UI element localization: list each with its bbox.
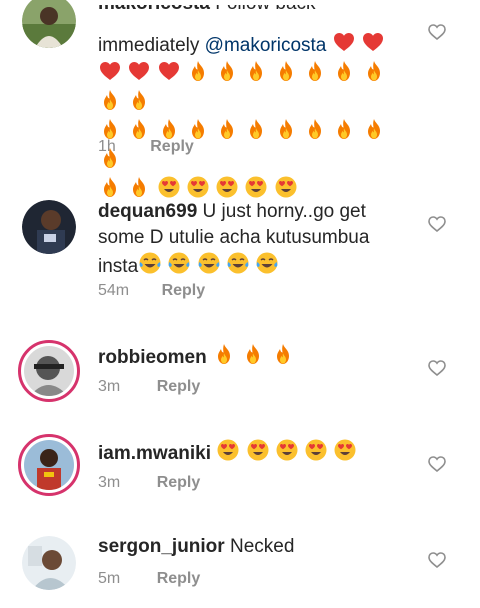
tears-of-joy-emoji-icon — [227, 252, 249, 274]
comment-meta: 3m Reply — [98, 474, 200, 492]
comment-timestamp: 3m — [98, 474, 121, 491]
fire-emoji-icon — [250, 119, 263, 139]
avatar-photo — [24, 440, 74, 490]
reply-button[interactable]: Reply — [150, 138, 194, 156]
comment-text: robbieomen — [98, 342, 410, 371]
heart-eyes-emoji-icon — [187, 176, 209, 198]
heart-eyes-emoji-icon — [276, 439, 298, 461]
fire-emoji-icon — [104, 177, 116, 197]
fire-emoji-icon — [279, 119, 292, 139]
comment-username[interactable]: iam.mwaniki — [98, 443, 211, 464]
fire-emoji-icon — [250, 61, 263, 81]
emoji-group — [216, 439, 357, 464]
like-heart-icon[interactable] — [428, 456, 446, 472]
fire-emoji-icon — [133, 90, 146, 110]
fire-emoji-icon — [308, 61, 321, 81]
comment-username[interactable]: robbieomen — [98, 347, 207, 368]
comment-text-part: insta — [98, 256, 139, 277]
heart-eyes-emoji-icon — [247, 439, 269, 461]
like-heart-icon[interactable] — [428, 552, 446, 568]
tears-of-joy-emoji-icon — [256, 252, 278, 274]
avatar-photo — [22, 0, 76, 48]
comment-username[interactable]: makoricosta — [98, 5, 210, 14]
tears-of-joy-emoji-icon — [139, 252, 161, 274]
comment-meta: 54m Reply — [98, 282, 205, 300]
red-heart-emoji-icon — [100, 62, 120, 80]
heart-eyes-emoji-icon — [158, 176, 180, 198]
comment-username[interactable]: sergon_junior — [98, 536, 225, 557]
fire-emoji-icon — [279, 61, 292, 81]
reply-button[interactable]: Reply — [157, 474, 201, 492]
emoji-group — [138, 252, 279, 277]
reply-button[interactable]: Reply — [162, 282, 206, 300]
comment-text-part: Necked — [229, 536, 295, 557]
tears-of-joy-emoji-icon — [168, 252, 190, 274]
avatar[interactable] — [22, 536, 76, 590]
comment-text: iam.mwaniki — [98, 438, 410, 467]
heart-eyes-emoji-icon — [217, 439, 239, 461]
like-heart-icon[interactable] — [428, 24, 446, 40]
fire-emoji-icon — [308, 119, 321, 139]
reply-button[interactable]: Reply — [157, 570, 201, 588]
fire-emoji-icon — [191, 61, 204, 81]
comment-text: immediately @makoricosta — [98, 30, 410, 204]
heart-eyes-emoji-icon — [305, 439, 327, 461]
avatar[interactable] — [18, 434, 80, 496]
emoji-group — [332, 33, 385, 56]
comment-username[interactable]: dequan699 — [98, 201, 197, 222]
avatar[interactable] — [22, 200, 76, 254]
avatar-photo — [22, 536, 76, 590]
comment-timestamp: 54m — [98, 282, 130, 299]
comment-timestamp: 3m — [98, 378, 121, 395]
comment-text: Follow back — [215, 5, 315, 14]
emoji-group — [212, 344, 295, 368]
comment-text: dequan699 U just horny..go get some D ut… — [98, 199, 410, 280]
comment-timestamp: 5m — [98, 570, 121, 587]
red-heart-emoji-icon — [362, 33, 383, 51]
heart-eyes-emoji-icon — [334, 439, 356, 461]
fire-emoji-icon — [367, 61, 380, 81]
mention-link[interactable]: @makoricosta — [205, 35, 327, 56]
avatar-photo — [22, 200, 76, 254]
like-heart-icon[interactable] — [428, 360, 446, 376]
comment-meta: 3m Reply — [98, 378, 200, 396]
comment-line: insta — [98, 251, 410, 280]
fire-emoji-icon — [276, 344, 289, 364]
fire-emoji-icon — [133, 177, 146, 197]
comment-text: sergon_junior Necked — [98, 534, 410, 560]
fire-emoji-icon — [221, 119, 234, 139]
tears-of-joy-emoji-icon — [198, 252, 220, 274]
comment-text-part: some D utulie acha kutusumbua — [98, 227, 370, 248]
fire-emoji-icon — [367, 119, 380, 139]
fire-emoji-icon — [221, 61, 234, 81]
like-heart-icon[interactable] — [428, 216, 446, 232]
comment-line: immediately @makoricosta — [98, 30, 410, 59]
fire-emoji-icon — [218, 344, 231, 364]
heart-eyes-emoji-icon — [216, 176, 238, 198]
reply-button[interactable]: Reply — [157, 378, 201, 396]
red-heart-emoji-icon — [333, 33, 354, 51]
fire-emoji-icon — [104, 90, 116, 110]
heart-eyes-emoji-icon — [245, 176, 267, 198]
comment-text-part: immediately — [98, 35, 200, 56]
comment-meta: 1h Reply — [98, 138, 194, 156]
red-heart-emoji-icon — [129, 62, 150, 80]
fire-emoji-icon — [338, 61, 351, 81]
red-heart-emoji-icon — [158, 62, 179, 80]
comment-text-part: U just horny..go get — [202, 201, 366, 222]
fire-emoji-icon — [247, 344, 260, 364]
fire-emoji-icon — [338, 119, 351, 139]
emoji-row — [98, 59, 410, 117]
avatar-photo — [24, 346, 74, 396]
comment-timestamp: 1h — [98, 138, 116, 155]
heart-eyes-emoji-icon — [275, 176, 297, 198]
comment-text-overflow: makoricosta Follow back — [98, 5, 410, 26]
avatar[interactable] — [18, 340, 80, 402]
avatar[interactable] — [22, 0, 76, 48]
comment-meta: 5m Reply — [98, 570, 200, 588]
